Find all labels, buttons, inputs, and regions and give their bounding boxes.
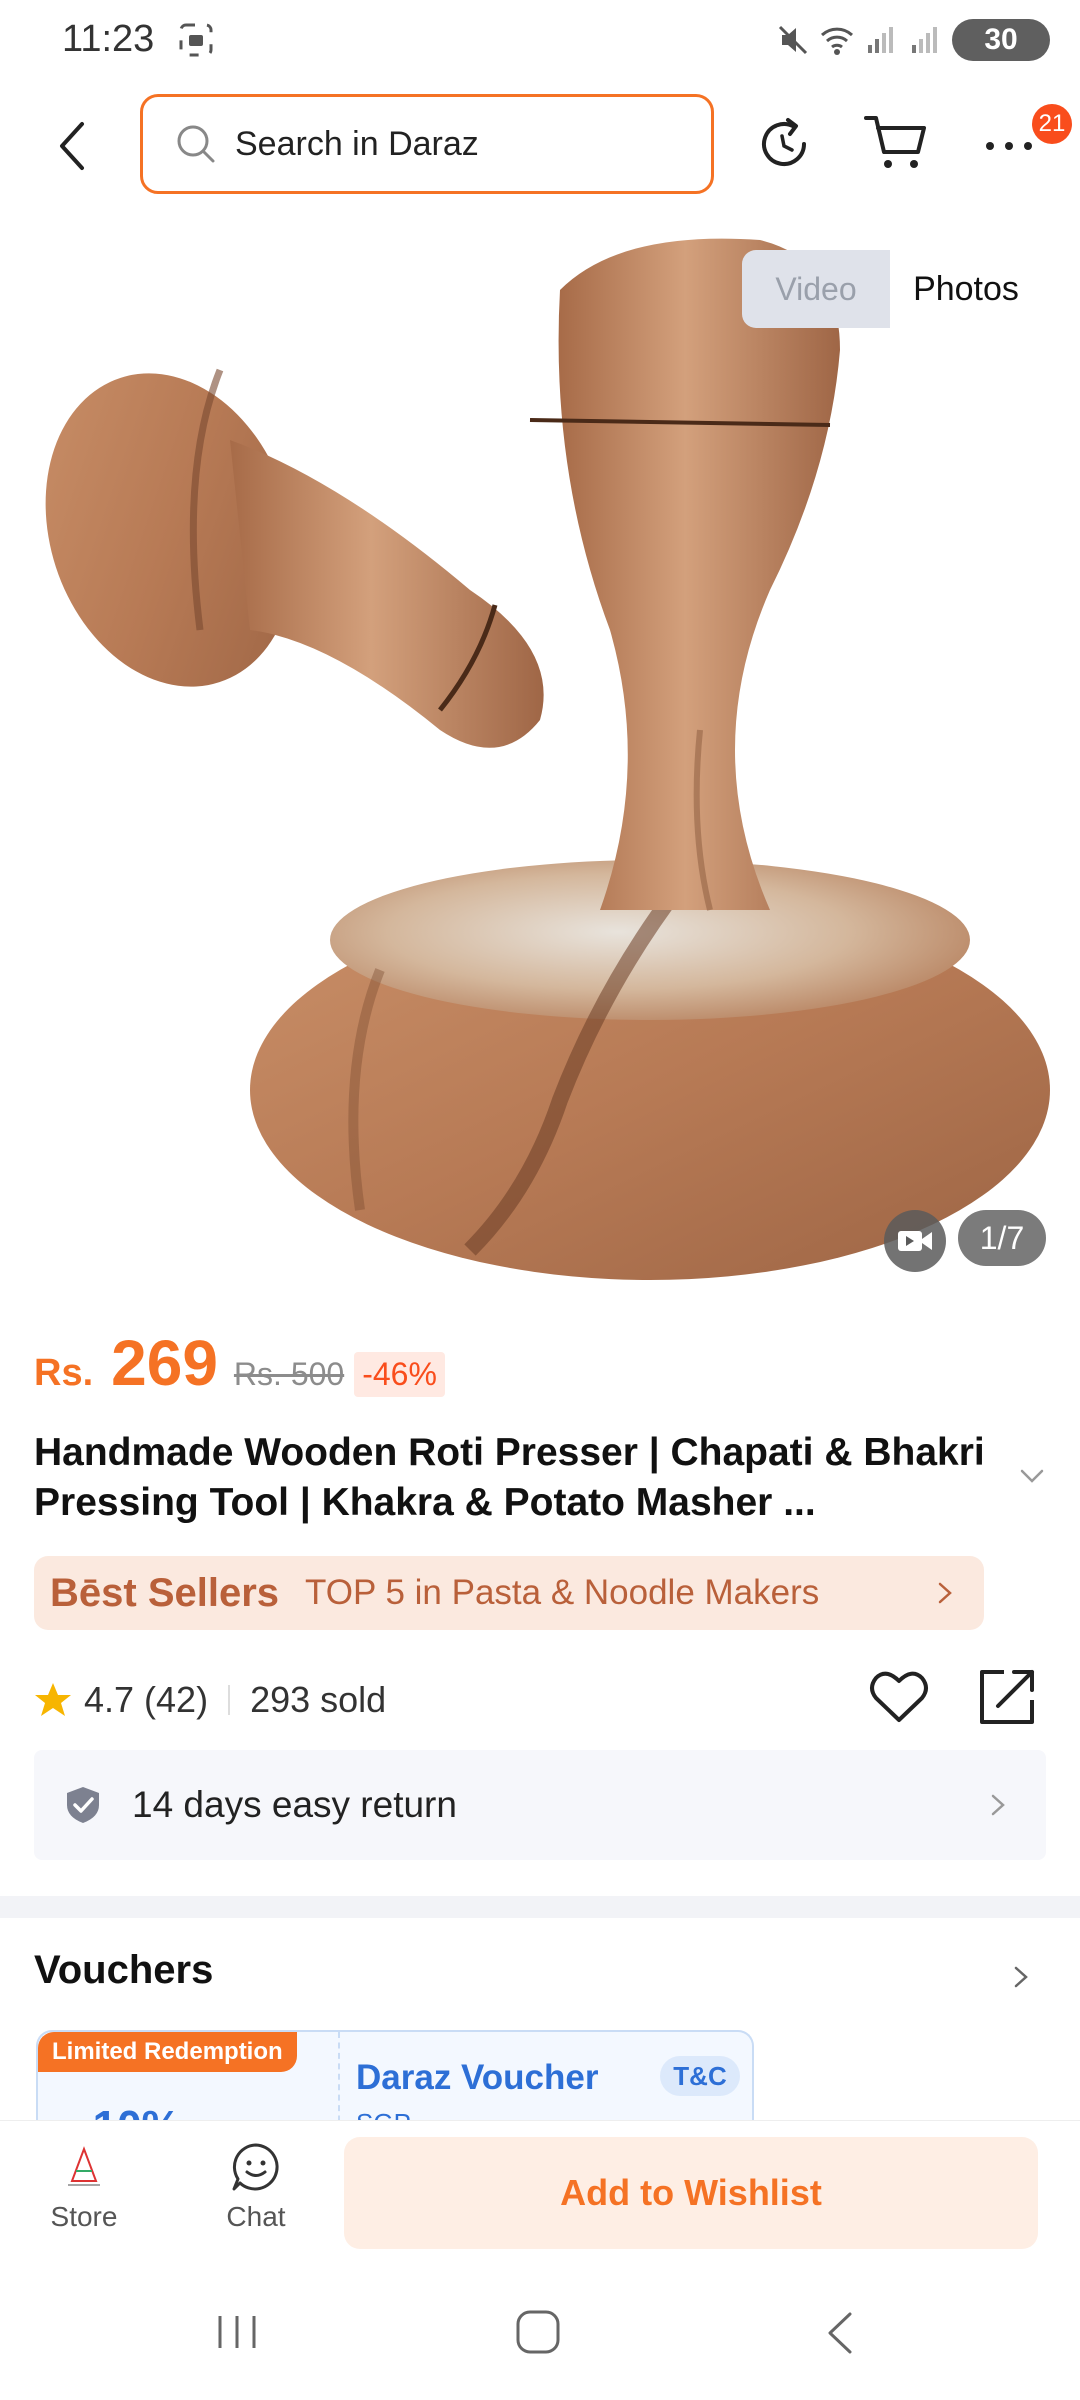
refresh-icon[interactable] [754,114,814,174]
store-label: Store [50,2201,118,2232]
mute-icon [778,25,808,55]
chevron-down-icon[interactable] [1018,1466,1046,1486]
best-sellers-label: Bēst Sellers [50,1570,280,1615]
chat-button[interactable]: Chat [208,2141,304,2241]
limited-redemption-tag: Limited Redemption [38,2032,297,2072]
home-icon[interactable] [514,2308,562,2356]
shield-check-icon [67,1787,99,1823]
divider [228,1685,231,1715]
heart-icon[interactable] [868,1668,930,1726]
image-counter: 1/7 [958,1210,1046,1266]
discount-badge: -46% [354,1352,445,1397]
back-arrow-icon[interactable] [48,116,98,176]
search-placeholder: Search in Daraz [235,124,479,163]
tab-video[interactable]: Video [742,250,890,328]
product-image-gallery[interactable] [0,210,1080,1290]
search-input[interactable]: Search in Daraz [140,94,714,194]
media-toggle: Video Photos [742,250,1042,328]
terms-button[interactable]: T&C [660,2056,740,2096]
signal-icon-2 [912,27,937,53]
rating-value: 4.7 (42) [84,1679,209,1720]
best-sellers-banner[interactable]: Bēst Sellers TOP 5 in Pasta & Noodle Mak… [34,1556,984,1630]
status-icons: 30 [776,18,1050,62]
system-back-icon[interactable] [822,2310,858,2356]
share-icon[interactable] [976,1666,1038,1728]
status-bar: 11:23 30 [0,0,1080,80]
return-policy-text: 14 days easy return [132,1784,457,1825]
voucher-divider [338,2032,340,2130]
wifi-icon [820,27,854,55]
product-photo [45,238,1050,1280]
screenshot-icon [179,23,213,57]
rating-row[interactable]: 4.7 (42) 293 sold [34,1670,386,1730]
notification-badge: 21 [1032,104,1072,144]
add-to-wishlist-button[interactable]: Add to Wishlist [344,2137,1038,2249]
price-current: 269 [111,1327,218,1399]
section-divider [0,1896,1080,1918]
sold-count: 293 sold [250,1679,387,1720]
vouchers-heading: Vouchers [34,1948,214,1992]
price-row: Rs. 269 Rs. 500 -46% [34,1326,445,1400]
star-icon [35,1683,71,1716]
store-logo-icon [68,2146,100,2186]
top-nav: Search in Daraz 21 [0,92,1080,196]
chevron-right-icon[interactable] [1012,1964,1030,1990]
recent-apps-icon[interactable] [214,2312,260,2352]
best-sellers-rank: TOP 5 in Pasta & Noodle Makers [305,1573,820,1612]
chevron-right-icon [938,1582,952,1604]
bottom-action-bar: Store Chat Add to Wishlist [0,2120,1080,2260]
video-camera-icon [898,1231,932,1251]
price-original: Rs. 500 [233,1356,345,1392]
voucher-name: Daraz Voucher [356,2058,599,2097]
more-options-icon[interactable] [980,116,1038,174]
return-policy-row[interactable]: 14 days easy return [34,1750,1046,1860]
search-icon [177,125,215,163]
system-navigation-bar [0,2260,1080,2400]
price-currency: Rs. [34,1352,94,1394]
tab-photos[interactable]: Photos [890,250,1042,328]
signal-icon [868,27,893,53]
cart-icon[interactable] [862,112,930,174]
store-button[interactable]: Store [36,2141,132,2241]
play-video-button[interactable] [884,1210,946,1272]
chevron-right-icon [991,1794,1005,1816]
chat-label: Chat [226,2201,286,2232]
chat-icon [232,2143,279,2191]
battery-indicator: 30 [952,19,1050,61]
status-time: 11:23 [62,18,155,60]
product-title: Handmade Wooden Roti Presser | Chapati &… [34,1431,985,1524]
voucher-card[interactable]: Limited Redemption -10% Daraz Voucher SG… [36,2030,754,2130]
